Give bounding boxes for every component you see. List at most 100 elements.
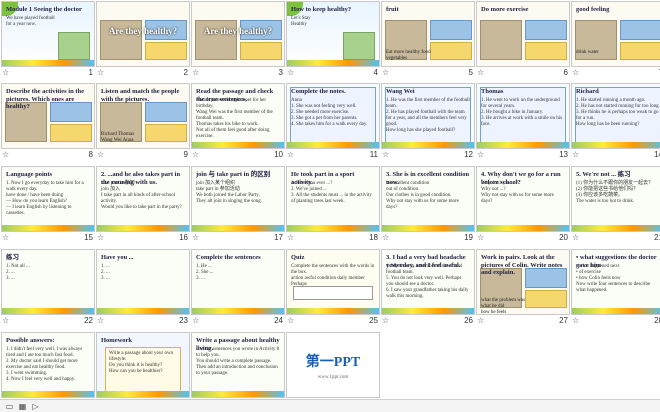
star-icon[interactable]: ☆: [382, 316, 389, 326]
slide-thumbnail-cell[interactable]: Describe the activities in the pictures.…: [1, 83, 95, 163]
star-icon[interactable]: ☆: [97, 316, 104, 326]
slide-thumbnail-cell[interactable]: Have you ... 1. ... 2. ... 3. ... ☆ 23: [96, 249, 190, 329]
slide-thumbnail[interactable]: Wang Wei 1. He was the first member of th…: [381, 83, 475, 149]
star-icon[interactable]: ☆: [192, 316, 199, 326]
star-icon[interactable]: ☆: [382, 233, 389, 243]
slide-thumbnail[interactable]: Richard 1. He started running a month ago…: [571, 83, 660, 149]
slide-meta-row: ☆ 26: [381, 316, 475, 327]
star-icon[interactable]: ☆: [97, 233, 104, 243]
slide-meta-row: ☆ 3: [191, 68, 285, 79]
slide-body-text: • what happened next • of exercise • how…: [576, 264, 651, 293]
slide-thumbnail[interactable]: 第一PPT www.1ppt.com: [286, 332, 380, 398]
slide-thumbnail[interactable]: join 与 take part in 的区别 join 加入某个组织 take …: [191, 166, 285, 232]
slide-thumbnail[interactable]: Possible answers: 1. I didn't feel very w…: [1, 332, 95, 398]
slide-thumbnail-cell[interactable]: 4. Why don't we go for a run before scho…: [476, 166, 570, 246]
star-icon[interactable]: ☆: [572, 233, 579, 243]
slide-thumbnail-cell[interactable]: Richard 1. He started running a month ago…: [571, 83, 660, 163]
slide-thumbnail[interactable]: 4. Why don't we go for a run before scho…: [476, 166, 570, 232]
slide-thumbnail[interactable]: 3. She is in excellent condition now. in …: [381, 166, 475, 232]
slide-thumbnail-cell[interactable]: Language points 1. Now I go everyday to t…: [1, 166, 95, 246]
slide-thumbnail[interactable]: 练习 1. Not all ... 2. ... 3. ...: [1, 249, 95, 315]
star-icon[interactable]: ☆: [192, 150, 199, 160]
star-icon[interactable]: ☆: [2, 150, 9, 160]
slide-thumbnail[interactable]: fruit Eat more healthy food vegetables: [381, 1, 475, 67]
slide-thumbnail-cell[interactable]: Are they healthy? ☆ 3: [191, 1, 285, 81]
star-icon[interactable]: ☆: [477, 233, 484, 243]
star-icon[interactable]: ☆: [477, 68, 484, 78]
star-icon[interactable]: ☆: [572, 316, 579, 326]
slide-thumbnail[interactable]: Are they healthy?: [96, 1, 190, 67]
slide-thumbnail-cell[interactable]: Thomas 1. He went to work on the undergro…: [476, 83, 570, 163]
slide-title: fruit: [386, 6, 399, 13]
slide-thumbnail-cell[interactable]: Are they healthy? ☆ 2: [96, 1, 190, 81]
slide-thumbnail[interactable]: 2. ...and he also takes part in the runn…: [96, 166, 190, 232]
slide-thumbnail-cell[interactable]: 练习 1. Not all ... 2. ... 3. ... ☆ 22: [1, 249, 95, 329]
slide-thumbnail-cell[interactable]: Quiz Complete the sentences with the word…: [286, 249, 380, 329]
star-icon[interactable]: ☆: [2, 68, 9, 78]
slide-thumbnail[interactable]: Homework Write a passage about your own l…: [96, 332, 190, 398]
star-icon[interactable]: ☆: [97, 150, 104, 160]
slide-sorter-icon[interactable]: ▦: [17, 402, 28, 411]
slide-thumbnail[interactable]: Quiz Complete the sentences with the word…: [286, 249, 380, 315]
slide-thumbnail[interactable]: Complete the sentences 1. He ... 2. She .…: [191, 249, 285, 315]
star-icon[interactable]: ☆: [2, 316, 9, 326]
slide-thumbnail[interactable]: Write a passage about healthy living. Use…: [191, 332, 285, 398]
slide-thumbnail-cell[interactable]: Complete the sentences 1. He ... 2. She .…: [191, 249, 285, 329]
star-icon[interactable]: ☆: [477, 150, 484, 160]
slide-thumbnail-cell[interactable]: • what suggestions the doctor gave him • …: [571, 249, 660, 329]
slide-thumbnail-cell[interactable]: Module 1 Seeing the doctor We have played…: [1, 1, 95, 81]
slide-meta-row: ☆ 10: [191, 150, 285, 161]
slide-thumbnail[interactable]: How to keep healthy? Let's Stay Healthy: [286, 1, 380, 67]
slide-number: 27: [559, 316, 568, 325]
slide-thumbnail-cell[interactable]: Read the passage and check the true sent…: [191, 83, 285, 163]
slide-thumbnail[interactable]: 5. We're not ... 练习 (1) 你为什么不跟你的朋友一起去？ (2…: [571, 166, 660, 232]
decorative-strip: [287, 60, 379, 66]
slide-thumbnail-cell[interactable]: 5. We're not ... 练习 (1) 你为什么不跟你的朋友一起去？ (2…: [571, 166, 660, 246]
slide-thumbnail[interactable]: Have you ... 1. ... 2. ... 3. ...: [96, 249, 190, 315]
star-icon[interactable]: ☆: [572, 68, 579, 78]
star-icon[interactable]: ☆: [97, 68, 104, 78]
slide-thumbnail-cell[interactable]: 3. I had a very bad headache yesterday, …: [381, 249, 475, 329]
slide-thumbnail-cell[interactable]: How to keep healthy? Let's Stay Healthy ☆ 4: [286, 1, 380, 81]
slide-thumbnail[interactable]: Read the passage and check the true sent…: [191, 83, 285, 149]
slide-thumbnail-cell[interactable]: Listen and match the people with the pic…: [96, 83, 190, 163]
star-icon[interactable]: ☆: [382, 150, 389, 160]
slide-thumbnail[interactable]: Language points 1. Now I go everyday to t…: [1, 166, 95, 232]
star-icon[interactable]: ☆: [287, 233, 294, 243]
normal-view-icon[interactable]: ▭: [4, 402, 15, 411]
star-icon[interactable]: ☆: [2, 233, 9, 243]
slide-thumbnail[interactable]: 3. I had a very bad headache yesterday, …: [381, 249, 475, 315]
slide-thumbnail[interactable]: good feeling drink water: [571, 1, 660, 67]
slide-thumbnail-cell[interactable]: Wang Wei 1. He was the first member of th…: [381, 83, 475, 163]
slide-thumbnail-cell[interactable]: 2. ...and he also takes part in the runn…: [96, 166, 190, 246]
star-icon[interactable]: ☆: [477, 316, 484, 326]
slide-thumbnail-cell[interactable]: He took part in a sport activity. 1. Have…: [286, 166, 380, 246]
slide-thumbnail-cell[interactable]: join 与 take part in 的区别 join 加入某个组织 take …: [191, 166, 285, 246]
slideshow-icon[interactable]: ▷: [30, 402, 41, 411]
slide-thumbnail-cell[interactable]: Work in pairs. Look at the pictures of C…: [476, 249, 570, 329]
slide-thumbnail-cell[interactable]: 3. She is in excellent condition now. in …: [381, 166, 475, 246]
slide-thumbnail[interactable]: Complete the notes. Anna 1. She was not f…: [286, 83, 380, 149]
slide-thumbnail[interactable]: Listen and match the people with the pic…: [96, 83, 190, 149]
slide-thumbnail[interactable]: Are they healthy?: [191, 1, 285, 67]
slide-thumbnail[interactable]: Describe the activities in the pictures.…: [1, 83, 95, 149]
slide-thumbnail-cell[interactable]: fruit Eat more healthy food vegetables ☆ 5: [381, 1, 475, 81]
slide-thumbnail[interactable]: • what suggestions the doctor gave him • …: [571, 249, 660, 315]
slide-thumbnail-cell[interactable]: good feeling drink water ☆7: [571, 1, 660, 81]
decorative-strip: [382, 142, 474, 148]
slide-thumbnail[interactable]: Module 1 Seeing the doctor We have played…: [1, 1, 95, 67]
star-icon[interactable]: ☆: [192, 233, 199, 243]
slide-thumbnail-cell[interactable]: Do more exercise ☆ 6: [476, 1, 570, 81]
slide-thumbnail-cell[interactable]: Complete the notes. Anna 1. She was not f…: [286, 83, 380, 163]
star-icon[interactable]: ☆: [192, 68, 199, 78]
decorative-strip: [382, 308, 474, 314]
slide-thumbnail[interactable]: Thomas 1. He went to work on the undergro…: [476, 83, 570, 149]
star-icon[interactable]: ☆: [287, 316, 294, 326]
star-icon[interactable]: ☆: [287, 150, 294, 160]
slide-thumbnail[interactable]: Work in pairs. Look at the pictures of C…: [476, 249, 570, 315]
star-icon[interactable]: ☆: [287, 68, 294, 78]
slide-thumbnail[interactable]: Do more exercise: [476, 1, 570, 67]
star-icon[interactable]: ☆: [382, 68, 389, 78]
star-icon[interactable]: ☆: [572, 150, 579, 160]
slide-thumbnail[interactable]: He took part in a sport activity. 1. Have…: [286, 166, 380, 232]
